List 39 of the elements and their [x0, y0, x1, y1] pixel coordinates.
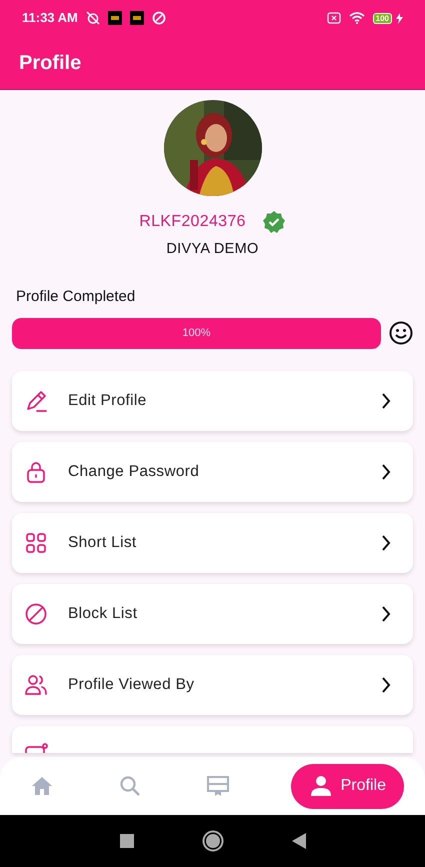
person-icon [308, 774, 333, 798]
app-bar-title: Profile [19, 50, 82, 76]
menu-item[interactable]: Change Password [12, 442, 413, 502]
chevron-right-icon [381, 464, 391, 480]
home-button-icon[interactable] [202, 830, 224, 852]
charging-icon [396, 12, 403, 24]
recents-button-icon[interactable] [120, 834, 134, 848]
nav-tab[interactable]: Profile [290, 764, 404, 808]
lock-icon [24, 460, 48, 484]
back-button-icon[interactable] [292, 833, 306, 849]
chevron-right-icon [381, 676, 391, 693]
certificate-icon [206, 774, 230, 798]
chevron-right-icon [381, 606, 391, 622]
app-notification-icon [108, 11, 122, 25]
app-notification-icon [130, 11, 144, 25]
wifi-icon [348, 12, 365, 24]
status-time: 11:33 AM [22, 9, 78, 28]
battery-level: 100 [374, 14, 391, 22]
menu-item[interactable]: Profile Viewed By [12, 654, 413, 715]
menu-item[interactable] [12, 726, 413, 753]
smiley-icon [389, 321, 413, 346]
menu-item[interactable]: Edit Profile [12, 370, 413, 431]
data-saver-icon [152, 11, 166, 25]
account-card-icon [24, 742, 48, 753]
profile-id: RLKF2024376 [139, 212, 246, 232]
users-icon [24, 672, 48, 697]
search-icon [118, 774, 142, 798]
grid-icon [24, 530, 48, 555]
no-sim-icon [326, 12, 341, 24]
block-icon [24, 602, 48, 626]
pencil-icon [24, 388, 48, 413]
chevron-right-icon [381, 392, 391, 409]
progress-label: Profile Completed [16, 288, 136, 305]
chevron-right-icon [381, 534, 391, 551]
profile-name: DIVYA DEMO [166, 240, 259, 259]
alarm-off-icon [86, 11, 100, 25]
menu-item[interactable]: Block List [12, 584, 413, 644]
progress-value: 100% [181, 326, 212, 341]
menu-item[interactable]: Short List [12, 512, 413, 573]
